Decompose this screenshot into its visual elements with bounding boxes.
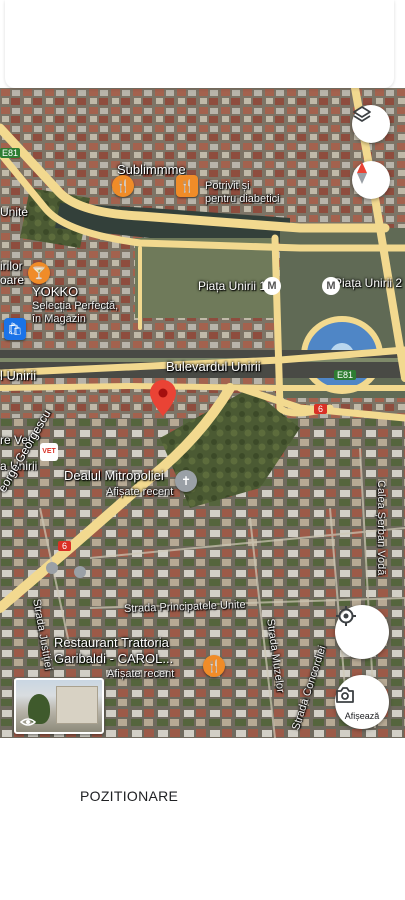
display-label: Afișează	[344, 711, 380, 721]
label-yokko-sub2: în Magazin	[32, 313, 86, 325]
shopping-icon[interactable]: 🛍	[4, 318, 26, 340]
layers-button[interactable]	[352, 105, 390, 143]
label-sublimmme-sub1: Potrivit și	[205, 180, 250, 192]
compass-icon	[357, 162, 367, 184]
label-yokko[interactable]: YOKKO	[32, 285, 78, 298]
road-badge-e81: E81	[334, 370, 357, 380]
vet-icon[interactable]: VET	[40, 443, 58, 461]
my-location-button[interactable]	[335, 605, 389, 659]
label-yokko-sub1: Selecția Perfectă,	[32, 300, 119, 312]
street-view-thumbnail[interactable]	[14, 678, 104, 734]
metro-icon[interactable]: M	[263, 277, 281, 295]
road-badge-6-right: 6	[314, 404, 328, 414]
label-bulevardul-unirii: Bulevardul Unirii	[166, 359, 261, 374]
restaurant-icon[interactable]: 🍴	[203, 655, 225, 677]
label-calea-serban-voda: Calea Șerban Vodă	[375, 480, 387, 576]
label-irilor: irilor	[0, 259, 23, 273]
camera-icon	[336, 687, 354, 703]
label-unite: Unite	[0, 205, 29, 219]
layers-icon	[353, 106, 371, 122]
label-bulevardul-unirii-left: l Unirii	[0, 368, 37, 383]
label-oare: oare	[0, 273, 25, 287]
transit-icon[interactable]	[46, 562, 58, 574]
transit-icon[interactable]	[74, 566, 86, 578]
church-icon[interactable]: ✝	[175, 470, 197, 492]
satellite-map[interactable]: Unite Sublimmme Potrivit și pentru diabe…	[0, 88, 405, 738]
bar-icon[interactable]: 🍸	[28, 262, 50, 284]
label-restaurant-sub: Afișate recent	[107, 668, 175, 680]
caption-text: POZITIONARE	[80, 788, 179, 804]
my-location-icon	[336, 606, 356, 626]
label-piata-unirii-1[interactable]: Piața Unirii 1	[198, 280, 266, 293]
label-dealul-mitropoliei[interactable]: Dealul Mitropoliei	[64, 469, 164, 482]
building-image	[56, 686, 98, 724]
metro-icon[interactable]: M	[322, 277, 340, 295]
label-piata-unirii-2[interactable]: Piața Unirii 2	[334, 277, 402, 290]
search-card[interactable]	[5, 0, 394, 88]
street-view-icon	[20, 718, 36, 726]
label-dealul-sub: Afișate recent	[106, 486, 174, 498]
label-restaurant-1[interactable]: Restaurant Trattoria	[54, 636, 169, 649]
display-photo-button[interactable]: Afișează	[335, 675, 389, 729]
label-restaurant-2[interactable]: Garibaldi - CAROL...	[54, 652, 173, 665]
restaurant-icon[interactable]: 🍴	[112, 175, 134, 197]
road-badge-6-left: 6	[58, 541, 72, 551]
restaurant-icon[interactable]: 🍴	[176, 175, 198, 197]
label-sublimmme[interactable]: Sublimmme	[117, 163, 186, 176]
compass-button[interactable]	[352, 161, 390, 199]
label-sublimmme-sub2: pentru diabetici	[205, 193, 280, 205]
road-badge-e81-left: E81	[0, 148, 21, 158]
location-pin-icon[interactable]	[150, 380, 176, 416]
